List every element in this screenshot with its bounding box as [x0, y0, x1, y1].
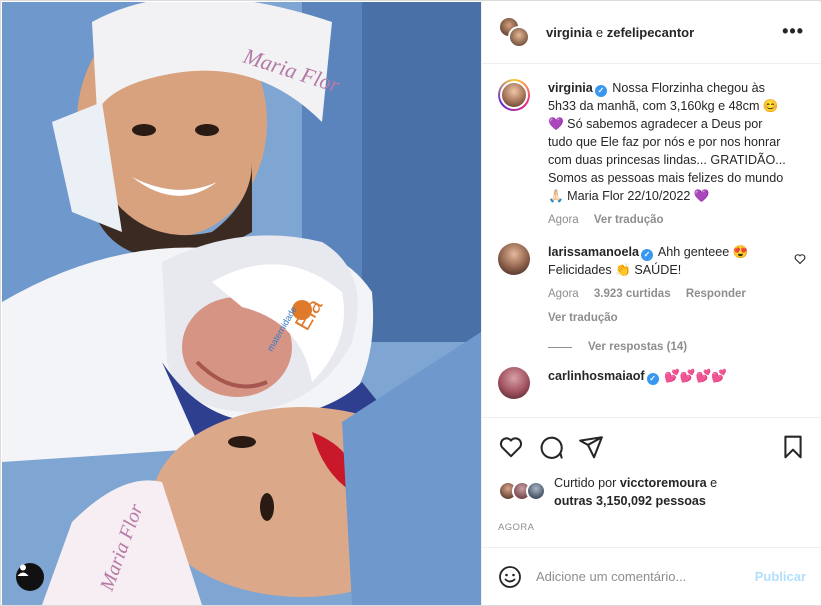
reply-button[interactable]: Responder — [686, 288, 746, 300]
caption-item: virginia ✓ Nossa Florzinha chegou às 5h33… — [498, 79, 806, 229]
author-conjunction: e — [595, 25, 604, 40]
caption-username[interactable]: virginia — [548, 81, 593, 95]
post-side-panel: virginia e zefelipecantor ••• virginia ✓ … — [481, 2, 821, 605]
comment-username[interactable]: carlinhosmaiaof — [548, 369, 645, 383]
bookmark-icon[interactable] — [780, 434, 806, 460]
comments-list: virginia ✓ Nossa Florzinha chegou às 5h33… — [482, 65, 821, 417]
caption-time: Agora — [548, 214, 579, 226]
author-link-1[interactable]: virginia — [546, 25, 592, 40]
comment-username[interactable]: larissamanoela — [548, 245, 639, 259]
comment-likes[interactable]: 3.923 curtidas — [594, 288, 671, 300]
view-replies[interactable]: Ver respostas (14) — [548, 341, 806, 353]
comment-input[interactable] — [536, 569, 745, 584]
emoji-icon[interactable] — [498, 565, 522, 589]
user-icon — [17, 564, 29, 576]
verified-icon: ✓ — [594, 85, 607, 97]
likes-middle: e — [710, 476, 718, 490]
photo-illustration: Maria Flor Ela maternidade Maria Flor — [2, 2, 481, 605]
verified-icon: ✓ — [646, 373, 659, 385]
send-icon[interactable] — [578, 434, 604, 460]
more-options-icon[interactable]: ••• — [782, 22, 804, 40]
translate-link[interactable]: Ver tradução — [548, 312, 618, 324]
publish-button[interactable]: Publicar — [755, 569, 806, 584]
translate-link[interactable]: Ver tradução — [594, 214, 664, 226]
post-dialog: Maria Flor Ela maternidade Maria Flor vi… — [0, 0, 821, 606]
liker-avatars — [498, 481, 550, 503]
post-photo[interactable]: Maria Flor Ela maternidade Maria Flor — [2, 2, 481, 605]
comment-like-icon[interactable] — [794, 253, 806, 268]
avatar[interactable] — [498, 79, 530, 111]
avatar[interactable] — [498, 243, 530, 275]
view-replies-label: Ver respostas (14) — [588, 341, 688, 353]
liker-username[interactable]: vicctoremoura — [620, 476, 707, 490]
comment-item: carlinhosmaiaof ✓ 💕💕💕💕 — [498, 367, 806, 399]
heart-icon[interactable] — [498, 434, 524, 460]
likes-summary: Curtido por vicctoremoura e outras 3,150… — [498, 474, 717, 510]
likes-others[interactable]: outras 3,150,092 pessoas — [554, 494, 706, 508]
avatar — [526, 481, 546, 501]
tagged-users-button[interactable] — [16, 563, 44, 591]
comment-time: Agora — [548, 288, 579, 300]
comment-item: larissamanoela ✓ Ahh genteee 😍 Felicidade… — [498, 243, 806, 327]
likes-prefix: Curtido por — [554, 476, 617, 490]
avatar — [508, 25, 530, 48]
post-timestamp[interactable]: AGORA — [498, 522, 534, 533]
post-header: virginia e zefelipecantor ••• — [482, 2, 821, 64]
verified-icon: ✓ — [641, 249, 654, 261]
comment-text: 💕💕💕💕 — [664, 369, 727, 383]
add-comment-bar: Publicar — [482, 547, 821, 605]
collab-avatars[interactable] — [498, 15, 532, 50]
comment-icon[interactable] — [538, 434, 564, 460]
author-link-2[interactable]: zefelipecantor — [607, 25, 694, 40]
caption-text: Nossa Florzinha chegou às 5h33 da manhã,… — [548, 81, 786, 203]
avatar[interactable] — [498, 367, 530, 399]
post-authors: virginia e zefelipecantor — [546, 25, 694, 40]
